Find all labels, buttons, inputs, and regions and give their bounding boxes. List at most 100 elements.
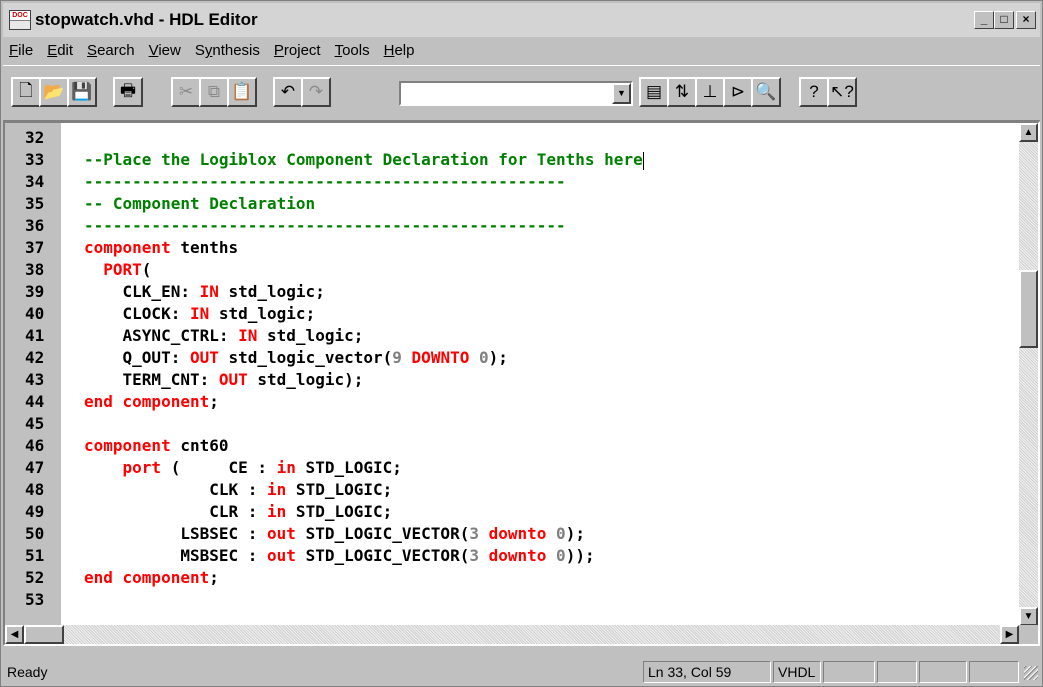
code-line[interactable]: 34 --------------------------------------… [5, 171, 1018, 193]
redo-icon[interactable]: ↷ [301, 77, 331, 107]
code-line[interactable]: 42 Q_OUT: OUT std_logic_vector(9 DOWNTO … [5, 347, 1018, 369]
line-number: 33 [25, 150, 45, 169]
open-icon[interactable]: 📂 [39, 77, 69, 107]
new-icon[interactable]: 🗋 [11, 77, 41, 107]
menu-edit[interactable]: Edit [41, 39, 81, 63]
code-line[interactable]: 45 [5, 413, 1018, 435]
menu-bar: File Edit Search View Synthesis Project Tools H… [3, 39, 423, 63]
menu-help[interactable]: Help [378, 39, 423, 63]
status-pane-empty [919, 661, 967, 683]
toolbar: ▼ 🗋 📂 💾 🖶 ✂ ⧉ 📋 ↶ ↷ ▤ ⇅ ⊥ ⊳ 🔍? ↖? [3, 65, 1040, 121]
code-line[interactable]: 50 LSBSEC : out STD_LOGIC_VECTOR(3 downt… [5, 523, 1018, 545]
line-text[interactable]: end component; [84, 567, 219, 589]
maximize-button[interactable]: □ [994, 11, 1014, 29]
line-number: 34 [25, 172, 45, 191]
synthesize-icon[interactable]: ⊥ [695, 77, 725, 107]
line-number: 37 [25, 238, 45, 257]
close-button[interactable]: × [1016, 11, 1036, 29]
help-icon[interactable]: ? [799, 77, 829, 107]
language-assistant-icon[interactable]: ▤ [639, 77, 669, 107]
code-line[interactable]: 37 component tenths [5, 237, 1018, 259]
line-text[interactable]: PORT( [84, 259, 151, 281]
horizontal-scrollbar[interactable]: ◀ ▶ [5, 625, 1019, 644]
language-indicator: VHDL [773, 661, 821, 683]
line-text[interactable]: CLR : in STD_LOGIC; [84, 501, 392, 523]
logiblox-icon[interactable]: ⊳ [723, 77, 753, 107]
vertical-scrollbar[interactable]: ▲ ▼ [1019, 123, 1038, 626]
code-editor[interactable]: 32 33 --Place the Logiblox Component Decla… [3, 121, 1040, 646]
print-icon[interactable]: 🖶 [113, 77, 143, 107]
line-text[interactable]: LSBSEC : out STD_LOGIC_VECTOR(3 downto 0… [84, 523, 585, 545]
code-line[interactable]: 32 [5, 127, 1018, 149]
status-message: Ready [7, 664, 48, 680]
hdl-editor-window: DOC stopwatch.vhd - HDL Editor _ □ × Fil… [0, 0, 1043, 687]
line-text[interactable]: component cnt60 [84, 435, 229, 457]
line-number: 43 [25, 370, 45, 389]
toolbar-combo[interactable]: ▼ [399, 81, 633, 106]
line-text[interactable]: ----------------------------------------… [84, 215, 566, 237]
line-text[interactable]: CLK : in STD_LOGIC; [84, 479, 392, 501]
paste-icon[interactable]: 📋 [227, 77, 257, 107]
line-text[interactable]: Q_OUT: OUT std_logic_vector(9 DOWNTO 0); [84, 347, 508, 369]
line-text[interactable]: end component; [84, 391, 219, 413]
code-line[interactable]: 47 port ( CE : in STD_LOGIC; [5, 457, 1018, 479]
code-line[interactable]: 38 PORT( [5, 259, 1018, 281]
resize-grip-icon[interactable] [1024, 666, 1038, 680]
menu-search[interactable]: Search [81, 39, 143, 63]
code-line[interactable]: 43 TERM_CNT: OUT std_logic); [5, 369, 1018, 391]
code-line[interactable]: 44 end component; [5, 391, 1018, 413]
code-line[interactable]: 35 -- Component Declaration [5, 193, 1018, 215]
line-text[interactable]: component tenths [84, 237, 238, 259]
code-area[interactable]: 32 33 --Place the Logiblox Component Decla… [5, 127, 1018, 627]
line-text[interactable]: ASYNC_CTRL: IN std_logic; [84, 325, 364, 347]
code-line[interactable]: 41 ASYNC_CTRL: IN std_logic; [5, 325, 1018, 347]
scroll-up-icon[interactable]: ▲ [1019, 123, 1038, 142]
line-number: 51 [25, 546, 45, 565]
line-text[interactable]: --Place the Logiblox Component Declarati… [84, 149, 644, 171]
vertical-scroll-thumb[interactable] [1019, 269, 1038, 348]
line-number: 40 [25, 304, 45, 323]
app-icon[interactable]: DOC [9, 10, 31, 30]
context-help-icon[interactable]: ↖? [827, 77, 857, 107]
language-text: VHDL [778, 664, 816, 680]
code-line[interactable]: 36 --------------------------------------… [5, 215, 1018, 237]
code-line[interactable]: 49 CLR : in STD_LOGIC; [5, 501, 1018, 523]
menu-tools[interactable]: Tools [329, 39, 378, 63]
minimize-button[interactable]: _ [974, 11, 994, 29]
code-line[interactable]: 48 CLK : in STD_LOGIC; [5, 479, 1018, 501]
code-line[interactable]: 52 end component; [5, 567, 1018, 589]
menu-file[interactable]: File [3, 39, 41, 63]
scroll-down-icon[interactable]: ▼ [1019, 607, 1038, 626]
line-text[interactable]: -- Component Declaration [84, 193, 315, 215]
code-line[interactable]: 40 CLOCK: IN std_logic; [5, 303, 1018, 325]
cut-icon[interactable]: ✂ [171, 77, 201, 107]
line-number: 38 [25, 260, 45, 279]
menu-synthesis[interactable]: Synthesis [189, 39, 268, 63]
line-text[interactable]: CLK_EN: IN std_logic; [84, 281, 325, 303]
menu-view[interactable]: View [143, 39, 189, 63]
line-text[interactable]: ----------------------------------------… [84, 171, 566, 193]
code-line[interactable]: 51 MSBSEC : out STD_LOGIC_VECTOR(3 downt… [5, 545, 1018, 567]
scroll-left-icon[interactable]: ◀ [5, 625, 24, 644]
code-line[interactable]: 33 --Place the Logiblox Component Declara… [5, 149, 1018, 171]
combo-dropdown-icon[interactable]: ▼ [612, 83, 631, 104]
scrollbar-corner [1019, 625, 1038, 644]
copy-icon[interactable]: ⧉ [199, 77, 229, 107]
code-line[interactable]: 46 component cnt60 [5, 435, 1018, 457]
code-line[interactable]: 53 [5, 589, 1018, 611]
check-syntax-icon[interactable]: ⇅ [667, 77, 697, 107]
status-pane-empty [823, 661, 875, 683]
scroll-right-icon[interactable]: ▶ [1000, 625, 1019, 644]
menu-project[interactable]: Project [268, 39, 329, 63]
line-text[interactable]: port ( CE : in STD_LOGIC; [84, 457, 402, 479]
code-line[interactable]: 39 CLK_EN: IN std_logic; [5, 281, 1018, 303]
undo-icon[interactable]: ↶ [273, 77, 303, 107]
line-text[interactable]: MSBSEC : out STD_LOGIC_VECTOR(3 downto 0… [84, 545, 594, 567]
text-cursor [642, 151, 644, 170]
line-text[interactable]: TERM_CNT: OUT std_logic); [84, 369, 364, 391]
find-in-design-icon[interactable]: 🔍 [751, 77, 781, 107]
horizontal-scroll-thumb[interactable] [24, 625, 64, 644]
title-bar[interactable]: DOC stopwatch.vhd - HDL Editor _ □ × [3, 3, 1040, 37]
line-text[interactable]: CLOCK: IN std_logic; [84, 303, 316, 325]
save-icon[interactable]: 💾 [67, 77, 97, 107]
